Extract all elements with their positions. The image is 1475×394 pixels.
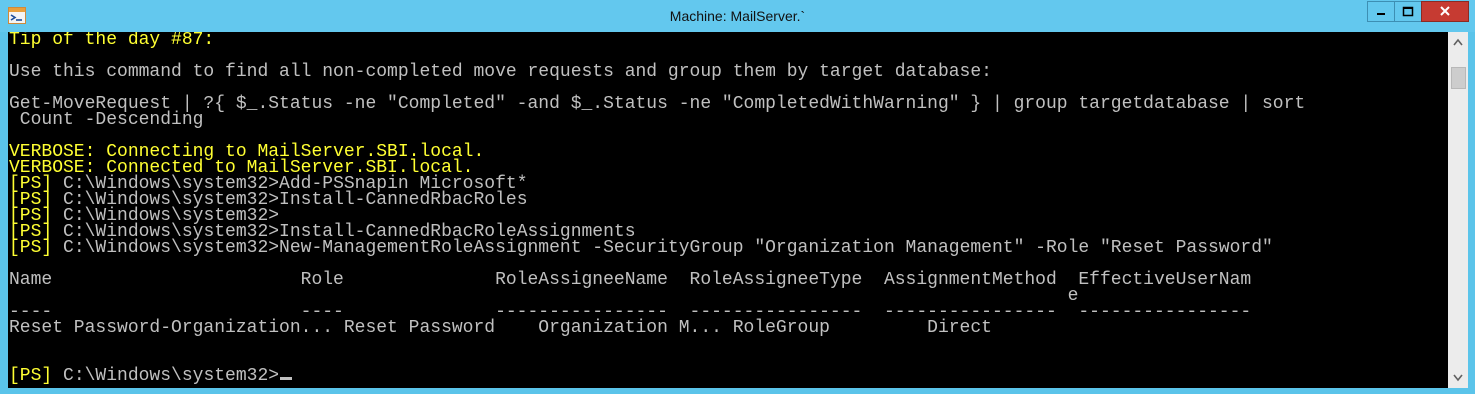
maximize-icon bbox=[1402, 6, 1414, 17]
console-line: Use this command to find all non-complet… bbox=[9, 62, 1305, 82]
vertical-scrollbar[interactable] bbox=[1448, 32, 1468, 388]
console-line: Count -Descending bbox=[9, 110, 1305, 130]
console-line: [PS] C:\Windows\system32>New-ManagementR… bbox=[9, 238, 1305, 258]
console-line: [PS] C:\Windows\system32> bbox=[9, 366, 1305, 386]
command-text: C:\Windows\system32> bbox=[52, 366, 280, 386]
scroll-thumb[interactable] bbox=[1451, 67, 1466, 89]
console-window: Machine: MailServer.` Tip of the day #87… bbox=[0, 0, 1475, 394]
window-border bbox=[0, 388, 1475, 394]
console-line: Tip of the day #87: bbox=[9, 32, 1305, 50]
output-text: Reset Password-Organization... Reset Pas… bbox=[9, 318, 992, 338]
output-text: Use this command to find all non-complet… bbox=[9, 62, 992, 82]
close-icon bbox=[1440, 6, 1450, 16]
close-button[interactable] bbox=[1421, 1, 1469, 22]
maximize-button[interactable] bbox=[1394, 1, 1422, 22]
minimize-icon bbox=[1377, 13, 1385, 15]
prompt-tag: [PS] bbox=[9, 238, 53, 258]
window-title: Machine: MailServer.` bbox=[669, 8, 806, 24]
prompt-tag: [PS] bbox=[9, 366, 53, 386]
text-cursor bbox=[280, 377, 293, 380]
scroll-up-icon[interactable] bbox=[1449, 34, 1467, 52]
command-text: C:\Windows\system32>New-ManagementRoleAs… bbox=[52, 238, 1273, 258]
console-lines: Tip of the day #87: Use this command to f… bbox=[9, 32, 1305, 386]
minimize-button[interactable] bbox=[1367, 1, 1395, 22]
scroll-down-icon[interactable] bbox=[1449, 368, 1467, 386]
highlight-text: Tip of the day #87: bbox=[9, 32, 215, 50]
console-line: Reset Password-Organization... Reset Pas… bbox=[9, 318, 1305, 338]
output-text: Count -Descending bbox=[9, 110, 204, 130]
title-bar[interactable]: Machine: MailServer.` bbox=[0, 0, 1475, 32]
console-output[interactable]: Tip of the day #87: Use this command to f… bbox=[8, 32, 1448, 388]
